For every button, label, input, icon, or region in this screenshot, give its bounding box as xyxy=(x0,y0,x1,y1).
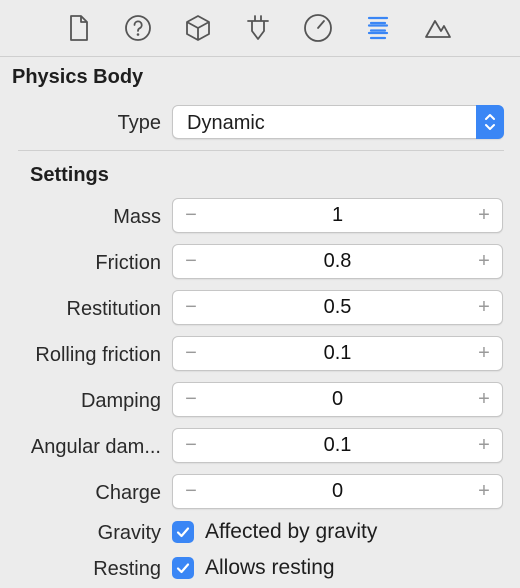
friction-value[interactable]: 0.8 xyxy=(213,250,462,273)
damping-value[interactable]: 0 xyxy=(213,388,462,411)
restitution-stepper[interactable]: − 0.5 + xyxy=(172,290,503,325)
mass-increment-button[interactable]: + xyxy=(468,199,500,232)
help-icon[interactable] xyxy=(120,10,156,46)
mass-label: Mass xyxy=(113,206,161,228)
damping-stepper[interactable]: − 0 + xyxy=(172,382,503,417)
physics-body-title: Physics Body xyxy=(12,66,144,88)
type-popup[interactable]: Dynamic xyxy=(172,105,504,139)
component-icon[interactable] xyxy=(240,10,276,46)
angular-damping-increment-button[interactable]: + xyxy=(468,429,500,462)
charge-label: Charge xyxy=(95,482,161,504)
resting-checkbox-label[interactable]: Allows resting xyxy=(205,556,335,580)
checkmark-icon xyxy=(176,527,190,538)
gravity-checkbox-label[interactable]: Affected by gravity xyxy=(205,520,377,544)
charge-stepper[interactable]: − 0 + xyxy=(172,474,503,509)
resting-checkbox[interactable] xyxy=(172,557,194,579)
settings-title: Settings xyxy=(30,164,109,186)
angular-damping-stepper[interactable]: − 0.1 + xyxy=(172,428,503,463)
cube-icon[interactable] xyxy=(180,10,216,46)
file-icon[interactable] xyxy=(60,10,96,46)
clock-icon[interactable] xyxy=(300,10,336,46)
section-divider xyxy=(18,150,504,151)
gravity-label: Gravity xyxy=(97,522,161,544)
rolling-friction-label: Rolling friction xyxy=(35,344,161,366)
angular-damping-value[interactable]: 0.1 xyxy=(213,434,462,457)
charge-value[interactable]: 0 xyxy=(213,480,462,503)
mass-decrement-button[interactable]: − xyxy=(175,199,207,232)
damping-decrement-button[interactable]: − xyxy=(175,383,207,416)
rolling-friction-increment-button[interactable]: + xyxy=(468,337,500,370)
rolling-friction-value[interactable]: 0.1 xyxy=(213,342,462,365)
mass-value[interactable]: 1 xyxy=(213,204,462,227)
charge-decrement-button[interactable]: − xyxy=(175,475,207,508)
type-popup-value: Dynamic xyxy=(187,112,265,134)
friction-increment-button[interactable]: + xyxy=(468,245,500,278)
rolling-friction-decrement-button[interactable]: − xyxy=(175,337,207,370)
physics-icon[interactable] xyxy=(360,10,396,46)
type-label: Type xyxy=(117,112,161,134)
mass-stepper[interactable]: − 1 + xyxy=(172,198,503,233)
inspector-toolbar xyxy=(0,0,520,57)
popup-arrows-icon xyxy=(476,105,504,139)
checkmark-icon xyxy=(176,563,190,574)
damping-label: Damping xyxy=(80,390,161,412)
friction-label: Friction xyxy=(95,252,161,274)
resting-label: Resting xyxy=(93,558,161,580)
friction-decrement-button[interactable]: − xyxy=(175,245,207,278)
charge-increment-button[interactable]: + xyxy=(468,475,500,508)
damping-increment-button[interactable]: + xyxy=(468,383,500,416)
restitution-value[interactable]: 0.5 xyxy=(213,296,462,319)
angular-damping-decrement-button[interactable]: − xyxy=(175,429,207,462)
restitution-label: Restitution xyxy=(66,298,162,320)
mountain-icon[interactable] xyxy=(420,10,456,46)
restitution-increment-button[interactable]: + xyxy=(468,291,500,324)
gravity-checkbox[interactable] xyxy=(172,521,194,543)
rolling-friction-stepper[interactable]: − 0.1 + xyxy=(172,336,503,371)
angular-damping-label: Angular dam... xyxy=(30,436,161,458)
restitution-decrement-button[interactable]: − xyxy=(175,291,207,324)
friction-stepper[interactable]: − 0.8 + xyxy=(172,244,503,279)
